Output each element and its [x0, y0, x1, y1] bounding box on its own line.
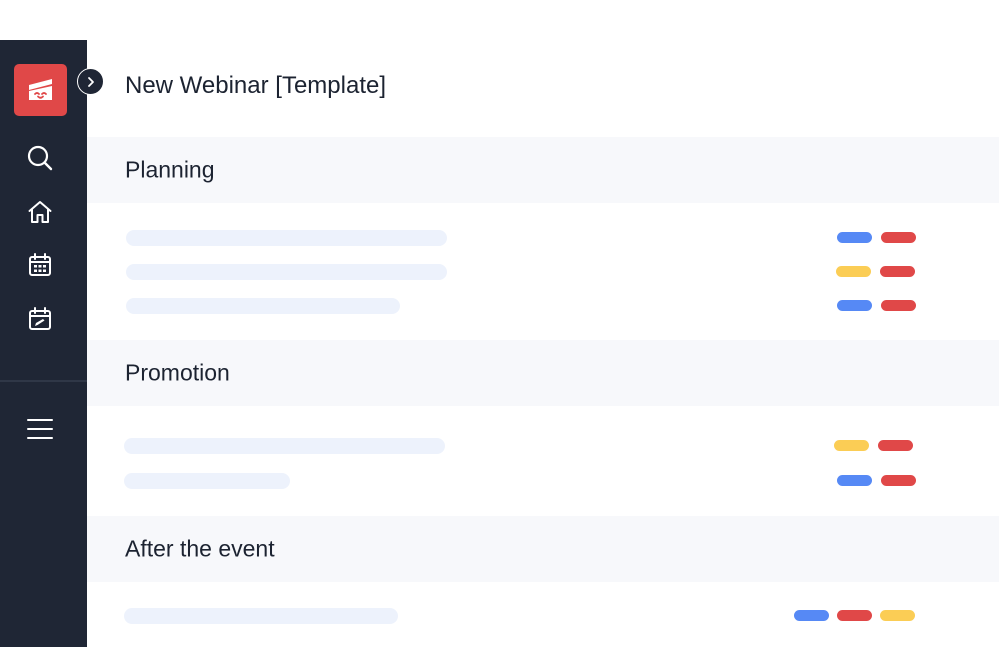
app-logo[interactable] [14, 64, 67, 116]
task-row[interactable] [87, 264, 999, 280]
task-row[interactable] [87, 608, 999, 624]
sidebar-item-home[interactable] [24, 196, 56, 228]
tag-pill-red [881, 475, 916, 486]
section-header-planning[interactable]: Planning [87, 137, 999, 203]
sidebar-divider [0, 380, 87, 382]
section-title: Planning [125, 156, 215, 183]
section-title: After the event [125, 535, 275, 562]
sidebar [0, 40, 87, 647]
search-icon [27, 145, 53, 171]
task-row[interactable] [87, 230, 999, 246]
task-title-placeholder [124, 438, 445, 454]
tag-pill-blue [837, 300, 872, 311]
calendar-edit-icon [29, 307, 51, 330]
tag-pill-red [878, 440, 913, 451]
task-title-placeholder [126, 298, 400, 314]
tag-pill-red [881, 232, 916, 243]
app-logo-icon [28, 79, 52, 100]
section-title: Promotion [125, 359, 230, 386]
home-icon [28, 201, 52, 223]
task-row[interactable] [87, 438, 999, 454]
section-header-after-the-event[interactable]: After the event [87, 516, 999, 582]
sidebar-item-calendar-edit[interactable] [24, 303, 56, 335]
task-title-placeholder [124, 608, 398, 624]
tag-pill-blue [837, 232, 872, 243]
page-title: New Webinar [Template] [125, 72, 386, 99]
sidebar-item-search[interactable] [24, 142, 56, 174]
tag-pill-blue [794, 610, 829, 621]
tag-pill-yellow [880, 610, 915, 621]
tag-pill-red [881, 300, 916, 311]
calendar-icon [29, 253, 51, 276]
tag-pill-red [837, 610, 872, 621]
tag-pill-blue [837, 475, 872, 486]
task-title-placeholder [124, 473, 290, 489]
tag-pill-yellow [836, 266, 871, 277]
tag-pill-yellow [834, 440, 869, 451]
task-row[interactable] [87, 298, 999, 314]
sidebar-item-calendar[interactable] [24, 249, 56, 281]
section-header-promotion[interactable]: Promotion [87, 340, 999, 406]
chevron-right-icon [87, 76, 94, 87]
task-row[interactable] [87, 473, 999, 489]
task-title-placeholder [126, 264, 447, 280]
task-title-placeholder [126, 230, 447, 246]
hamburger-menu-icon [27, 419, 53, 439]
sidebar-menu-button[interactable] [24, 413, 56, 445]
tag-pill-red [880, 266, 915, 277]
sidebar-expand-toggle[interactable] [77, 68, 104, 95]
